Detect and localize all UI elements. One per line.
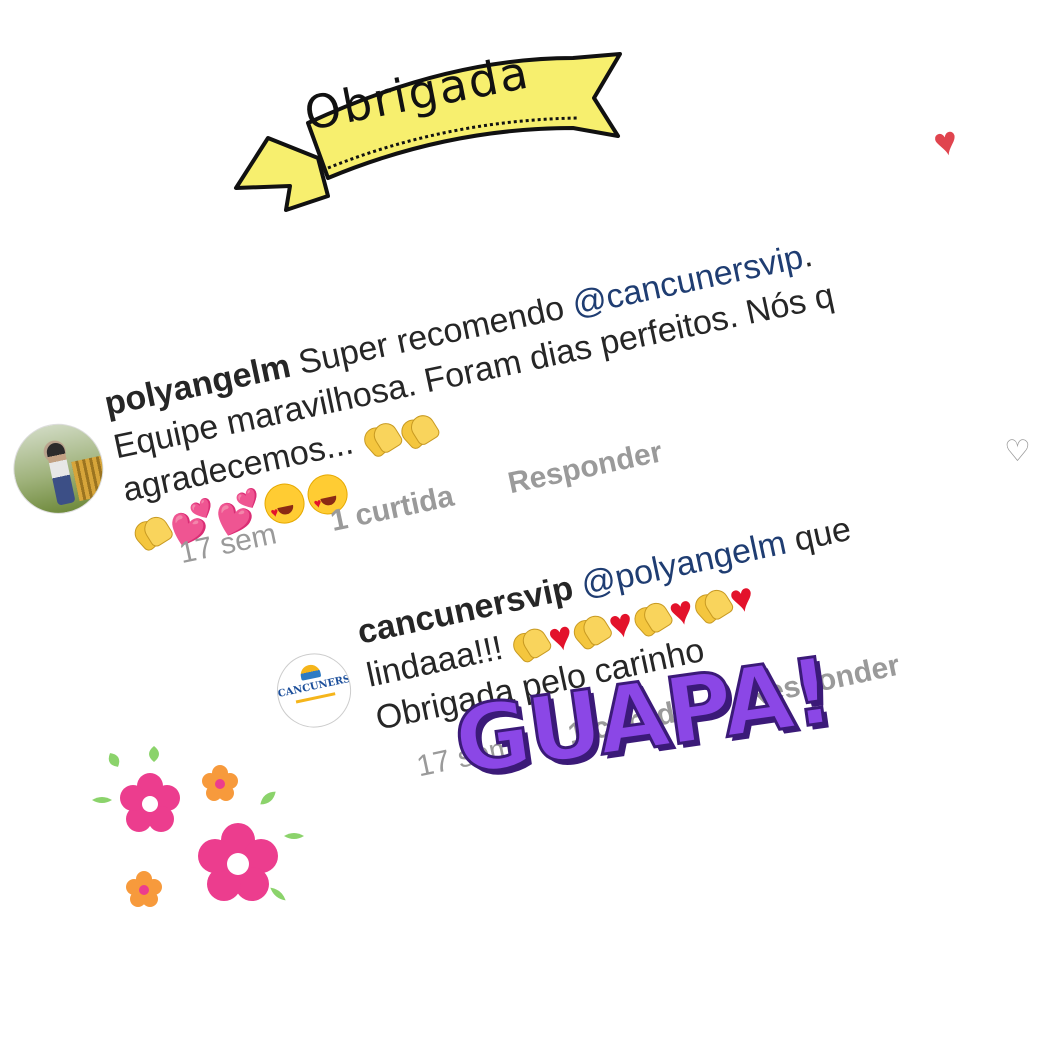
clapping-hands-icon [630,598,672,637]
flower-icon [92,746,304,907]
comment-polyangelm: polyangelm Super recomendo @cancunersvip… [100,225,880,555]
clapping-hands-icon [397,411,439,450]
story-canvas: Obrigada ♥ polyangelm Super recomendo @c… [0,0,1060,955]
avatar-photo-background [71,455,109,502]
clapping-hands-icon [360,419,402,458]
avatar-photo [45,441,76,506]
heart-outline-icon[interactable]: ♡ [1004,434,1031,469]
clapping-hands-icon [510,624,552,663]
avatar[interactable]: CANCUNERS [270,646,358,735]
clapping-hands-icon [131,512,173,551]
logo-sun-icon [298,662,322,681]
clapping-hands-icon [691,586,733,625]
avatar[interactable] [4,415,112,523]
clapping-hands-icon [570,611,612,650]
